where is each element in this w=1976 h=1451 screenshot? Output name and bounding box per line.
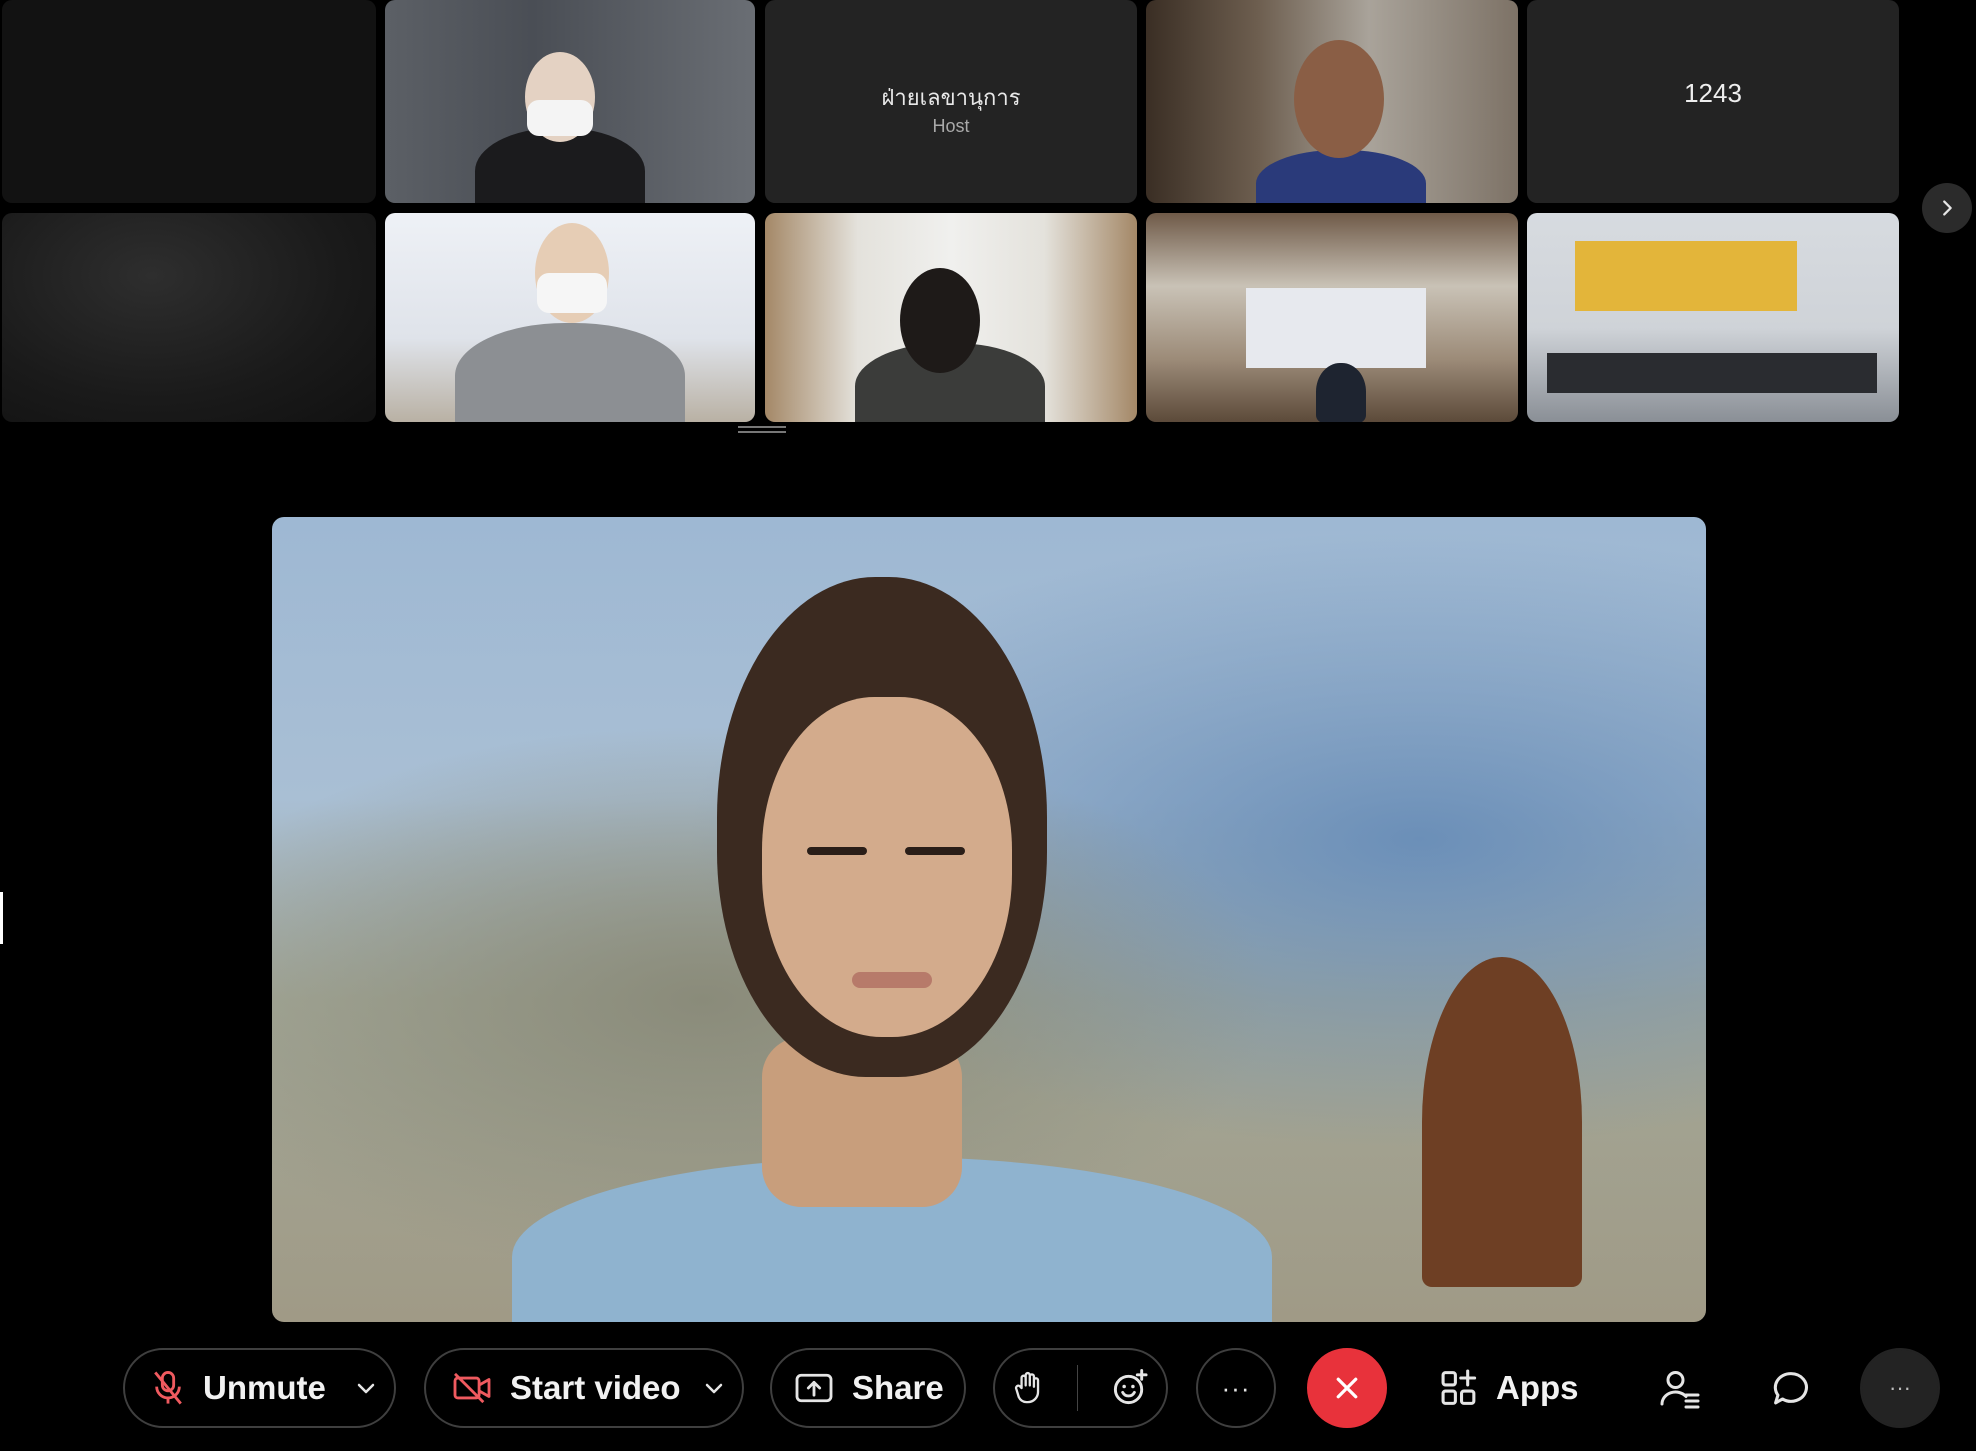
start-video-label: Start video (510, 1369, 681, 1406)
chat-button[interactable] (1768, 1366, 1814, 1412)
participant-role: Host (932, 116, 970, 136)
participant-tile-video[interactable] (1527, 213, 1899, 422)
add-reaction-icon[interactable] (1111, 1369, 1149, 1407)
audio-options-dropdown[interactable] (354, 1376, 378, 1400)
participant-tile-video[interactable] (1146, 0, 1518, 203)
close-icon (1332, 1373, 1362, 1403)
participant-video-mask (537, 273, 607, 313)
chevron-right-icon (1936, 197, 1958, 219)
video-options-dropdown[interactable] (702, 1376, 726, 1400)
window-edge-marker (0, 892, 3, 944)
participant-tile-blank[interactable] (2, 0, 376, 203)
participants-button[interactable] (1657, 1366, 1703, 1412)
unmute-control: Unmute (123, 1348, 396, 1428)
reactions-group (993, 1348, 1168, 1428)
participant-name: 1243 (1684, 78, 1742, 108)
microphone-muted-icon (151, 1369, 185, 1407)
speaker-eye-right (905, 847, 965, 855)
participant-video-mask (527, 100, 593, 136)
participant-video-banner (1575, 241, 1797, 311)
share-label: Share (852, 1369, 944, 1406)
participant-name: ฝ่ายเลขานุการ (881, 86, 1021, 111)
overflow-menu-label: ··· (1889, 1375, 1911, 1400)
reactions-divider (1076, 1365, 1078, 1411)
participant-tile-video[interactable] (385, 0, 755, 203)
participant-video-banner (1246, 288, 1426, 368)
apps-label: Apps (1496, 1369, 1579, 1406)
unmute-button[interactable]: Unmute (125, 1350, 326, 1426)
grid-resize-handle[interactable] (738, 426, 786, 434)
participant-tile-numbered[interactable]: 1243 (1527, 0, 1899, 203)
video-off-icon (452, 1371, 492, 1405)
more-options-button[interactable]: ··· (1196, 1348, 1276, 1428)
participant-tile-host[interactable]: ฝ่ายเลขานุการ Host (765, 0, 1137, 203)
background-object (1422, 957, 1582, 1287)
participant-video-table (1547, 353, 1877, 393)
meeting-toolbar: Unmute Start video Share ··· Apps ··· (0, 1340, 1976, 1440)
chat-bubble-icon (1771, 1369, 1811, 1409)
participant-video-face (900, 268, 980, 373)
overflow-menu-button[interactable]: ··· (1860, 1348, 1940, 1428)
share-button[interactable]: Share (770, 1348, 966, 1428)
participant-video-figure (455, 323, 685, 422)
speaker-eye-left (807, 847, 867, 855)
share-screen-icon (794, 1371, 834, 1405)
apps-icon (1440, 1368, 1480, 1408)
participant-tile-avatar[interactable] (2, 213, 376, 422)
more-options-label: ··· (1221, 1372, 1251, 1403)
participant-video-face (1294, 40, 1384, 158)
participant-video-figure (1316, 363, 1366, 422)
raise-hand-icon[interactable] (1012, 1370, 1044, 1406)
video-control: Start video (424, 1348, 744, 1428)
end-call-button[interactable] (1307, 1348, 1387, 1428)
unmute-label: Unmute (203, 1369, 326, 1406)
participant-tile-video[interactable] (385, 213, 755, 422)
chevron-down-icon (702, 1376, 726, 1400)
participant-tile-video[interactable] (765, 213, 1137, 422)
chevron-down-icon (354, 1376, 378, 1400)
apps-button[interactable]: Apps (1440, 1348, 1579, 1428)
speaker-mouth (852, 972, 932, 988)
participants-list-icon (1659, 1368, 1701, 1410)
participant-tile-video[interactable] (1146, 213, 1518, 422)
next-page-button[interactable] (1922, 183, 1972, 233)
active-speaker-video (272, 517, 1706, 1322)
start-video-button[interactable]: Start video (426, 1350, 681, 1426)
